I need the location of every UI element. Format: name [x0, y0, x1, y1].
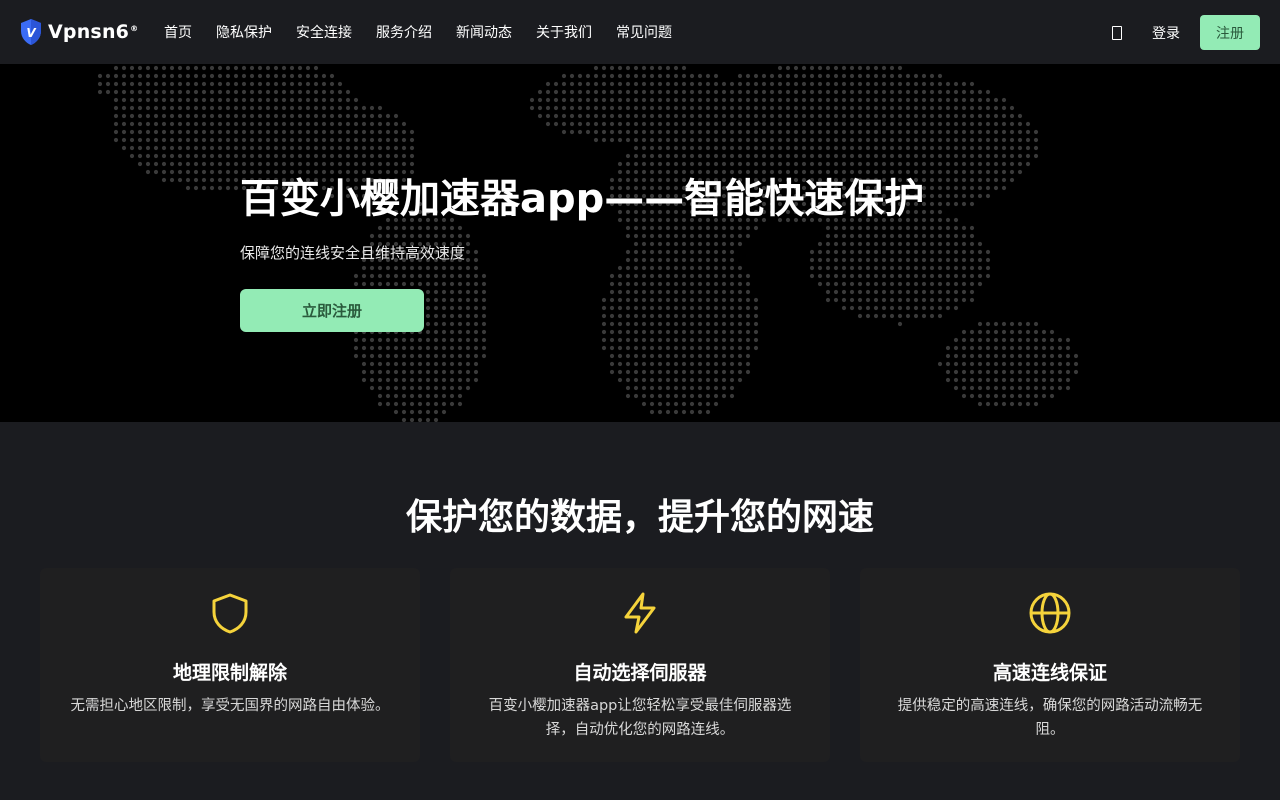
- shield-icon: [212, 593, 248, 634]
- feature-card-text: 提供稳定的高速连线，确保您的网路活动流畅无阻。: [897, 698, 1203, 738]
- feature-card-title: 地理限制解除: [172, 662, 287, 684]
- hero-title: 百变小樱加速器app——智能快速保护: [240, 176, 925, 222]
- menu-item-secure-connection[interactable]: 安全连接: [296, 22, 352, 42]
- globe-icon: [1029, 592, 1071, 634]
- brand-text: Vpnsn6: [48, 21, 130, 43]
- hero-signup-button[interactable]: 立即注册: [240, 289, 424, 332]
- brand-logo[interactable]: V Vpnsn6®: [20, 18, 138, 46]
- hero-subtitle: 保障您的连线安全且维持高效速度: [240, 244, 466, 262]
- hero-section: 百变小樱加速器app——智能快速保护 保障您的连线安全且维持高效速度 立即注册: [0, 64, 1280, 422]
- feature-card-text: 百变小樱加速器app让您轻松享受最佳伺服器选择，自动优化您的网路连线。: [488, 698, 792, 738]
- feature-card-speed: 高速连线保证 提供稳定的高速连线，确保您的网路活动流畅无阻。: [860, 568, 1240, 762]
- brand-registered-mark: ®: [130, 23, 139, 33]
- menu-item-services[interactable]: 服务介绍: [376, 22, 432, 42]
- menu-item-faq[interactable]: 常见问题: [616, 22, 672, 42]
- menu-item-news[interactable]: 新闻动态: [456, 22, 512, 42]
- menu-item-home[interactable]: 首页: [164, 22, 192, 42]
- theme-toggle-icon[interactable]: [1112, 25, 1122, 40]
- top-nav: V Vpnsn6® 首页 隐私保护 安全连接 服务介绍 新闻动态 关于我们 常见…: [0, 0, 1280, 64]
- menu-item-privacy[interactable]: 隐私保护: [216, 22, 272, 42]
- feature-card-title: 高速连线保证: [992, 662, 1107, 684]
- logo-shield-icon: V: [21, 19, 41, 45]
- brand-name: Vpnsn6®: [48, 21, 138, 43]
- menu-item-about[interactable]: 关于我们: [536, 22, 592, 42]
- feature-card-auto-server: 自动选择伺服器 百变小樱加速器app让您轻松享受最佳伺服器选择，自动优化您的网路…: [450, 568, 830, 762]
- nav-actions: 登录 注册: [1112, 15, 1260, 50]
- world-map-dots: [97, 65, 1079, 422]
- lightning-icon: [624, 592, 656, 634]
- feature-card-geo: 地理限制解除 无需担心地区限制，享受无国界的网路自由体验。: [40, 568, 420, 762]
- feature-card-title: 自动选择伺服器: [573, 662, 707, 684]
- features-title: 保护您的数据，提升您的网速: [405, 497, 874, 538]
- feature-card-text: 无需担心地区限制，享受无国界的网路自由体验。: [70, 698, 390, 714]
- signup-button[interactable]: 注册: [1200, 15, 1260, 50]
- main-menu: 首页 隐私保护 安全连接 服务介绍 新闻动态 关于我们 常见问题: [164, 0, 696, 64]
- login-link[interactable]: 登录: [1152, 23, 1180, 43]
